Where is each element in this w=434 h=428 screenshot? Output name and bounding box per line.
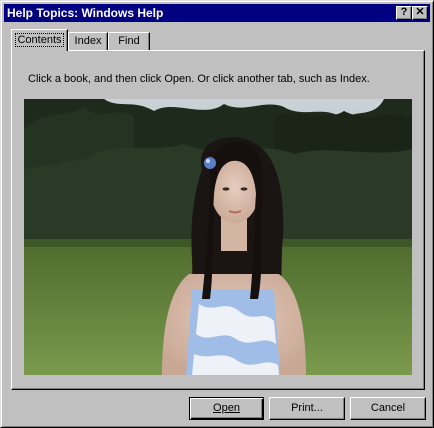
window-title: Help Topics: Windows Help: [7, 6, 164, 20]
open-button-label: Open: [213, 402, 240, 414]
tab-contents[interactable]: Contents: [11, 29, 68, 51]
cancel-button-label: Cancel: [370, 402, 406, 414]
help-button[interactable]: ?: [396, 6, 412, 20]
photo-illustration: [24, 99, 412, 375]
close-icon: ✕: [415, 6, 425, 18]
tab-index[interactable]: Index: [68, 32, 108, 50]
open-button[interactable]: Open: [189, 397, 264, 420]
contents-panel: Click a book, and then click Open. Or cl…: [11, 50, 425, 390]
tab-find-label: Find: [118, 35, 140, 47]
instructions-text: Click a book, and then click Open. Or cl…: [28, 73, 370, 85]
question-mark-icon: ?: [400, 6, 408, 18]
photo-image: [24, 99, 412, 375]
title-bar[interactable]: Help Topics: Windows Help ? ✕: [4, 4, 430, 22]
print-button[interactable]: Print...: [269, 397, 345, 420]
close-button[interactable]: ✕: [412, 6, 428, 20]
help-topics-window: Help Topics: Windows Help ? ✕ Contents I…: [0, 0, 434, 428]
print-button-label: Print...: [291, 402, 323, 414]
cancel-button[interactable]: Cancel: [350, 397, 426, 420]
tab-find[interactable]: Find: [108, 32, 150, 50]
tab-index-label: Index: [74, 35, 102, 47]
tab-contents-label: Contents: [15, 33, 64, 47]
